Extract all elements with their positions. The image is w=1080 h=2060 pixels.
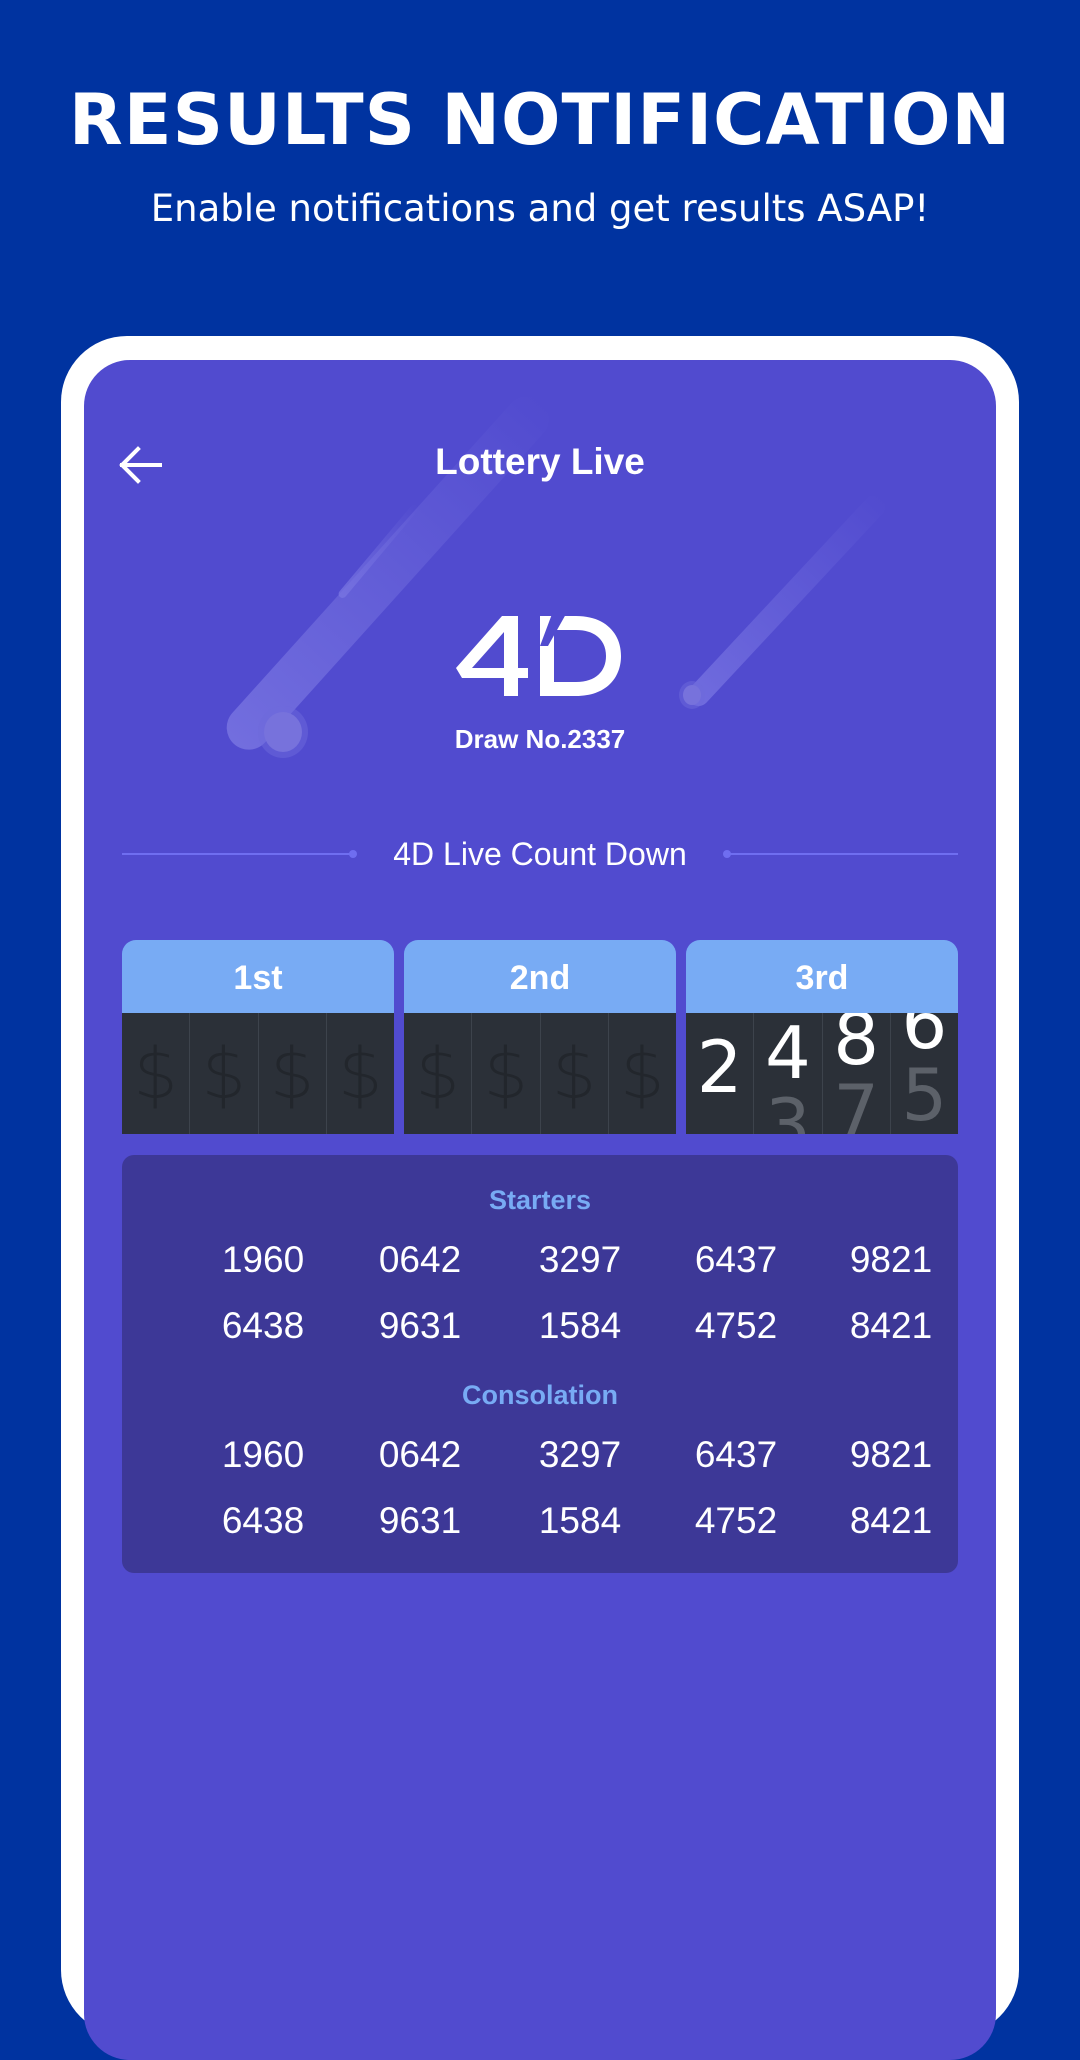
prize-box-2nd: 2nd $ $ $ $ <box>404 940 676 1134</box>
result-number: 8421 <box>849 1305 933 1346</box>
app-screen: Lottery Live Draw No.2337 4D Live Count … <box>84 360 996 2060</box>
digit-cell: $ <box>541 1013 609 1134</box>
countdown-divider: 4D Live Count Down <box>122 833 958 875</box>
digit-cell: $ <box>609 1013 676 1134</box>
digit-rolling-next: 3 <box>764 1083 811 1134</box>
consolation-row: 1960 0642 3297 6437 9821 <box>122 1430 958 1480</box>
result-number: 9631 <box>378 1500 462 1541</box>
promo-title: RESULTS NOTIFICATION <box>68 79 1012 161</box>
prize-digits: $ $ $ $ <box>122 1013 394 1134</box>
result-number: 4752 <box>694 1500 778 1541</box>
result-number: 0642 <box>378 1239 462 1280</box>
prize-label: 2nd <box>404 940 676 1013</box>
result-number: 6438 <box>221 1305 305 1346</box>
dollar-placeholder-icon: $ <box>133 1032 178 1115</box>
result-number: 3297 <box>538 1434 622 1475</box>
prize-label: 1st <box>122 940 394 1013</box>
result-number: 1960 <box>221 1434 305 1475</box>
starters-row: 1960 0642 3297 6437 9821 <box>122 1235 958 1285</box>
dollar-placeholder-icon: $ <box>201 1032 247 1115</box>
digit-cell: 2 <box>686 1013 755 1134</box>
4d-logo <box>456 616 621 696</box>
draw-number: Draw No.2337 <box>454 724 626 754</box>
meteor-head <box>683 685 701 705</box>
dollar-placeholder-icon: $ <box>551 1032 597 1115</box>
prize-digits: $ $ $ $ <box>404 1013 676 1134</box>
result-number: 4752 <box>694 1305 778 1346</box>
digit-cell: $ <box>327 1013 394 1134</box>
digit-rolling-next: 7 <box>833 1069 880 1134</box>
result-number: 9631 <box>378 1305 462 1346</box>
prize-box-1st: 1st $ $ $ $ <box>122 940 394 1134</box>
result-number: 9821 <box>849 1239 933 1280</box>
dollar-placeholder-icon: $ <box>338 1032 383 1115</box>
result-number: 6437 <box>694 1434 778 1475</box>
digit-value: 2 <box>696 1025 743 1109</box>
promo-subtitle: Enable notifications and get results ASA… <box>150 187 930 230</box>
prize-box-3rd: 3rd 2 4 3 8 7 6 5 <box>686 940 958 1134</box>
consolation-row: 6438 9631 1584 4752 8421 <box>122 1496 958 1546</box>
digit-value: 4 <box>764 1013 811 1095</box>
countdown-label: 4D Live Count Down <box>393 836 687 872</box>
digit-cell: $ <box>404 1013 473 1134</box>
result-number: 1960 <box>221 1239 305 1280</box>
digit-cell: 43 <box>754 1013 823 1134</box>
dollar-placeholder-icon: $ <box>483 1032 529 1115</box>
result-number: 3297 <box>538 1239 622 1280</box>
result-number: 6438 <box>221 1500 305 1541</box>
digit-cell: $ <box>122 1013 191 1134</box>
prize-digits: 2438765 <box>686 1013 958 1134</box>
result-number: 6437 <box>694 1239 778 1280</box>
digit-rolling-next: 5 <box>901 1053 948 1134</box>
result-number: 9821 <box>849 1434 933 1475</box>
dollar-placeholder-icon: $ <box>269 1032 315 1115</box>
result-number: 1584 <box>538 1305 622 1346</box>
starters-row: 6438 9631 1584 4752 8421 <box>122 1301 958 1351</box>
starters-label: Starters <box>488 1185 592 1215</box>
digit-cell: $ <box>472 1013 541 1134</box>
result-number: 8421 <box>849 1500 933 1541</box>
dollar-placeholder-icon: $ <box>415 1032 460 1115</box>
digit-cell: 87 <box>823 1013 891 1134</box>
meteor-decoration <box>682 490 891 711</box>
result-number: 0642 <box>378 1434 462 1475</box>
dollar-placeholder-icon: $ <box>620 1032 665 1115</box>
result-number: 1584 <box>538 1500 622 1541</box>
digit-cell: $ <box>259 1013 327 1134</box>
digit-cell: 65 <box>891 1013 958 1134</box>
results-panel: Starters 1960 0642 3297 6437 9821 6438 9631 15… <box>122 1155 958 1573</box>
screen-title: Lottery Live <box>435 441 645 482</box>
digit-cell: $ <box>190 1013 259 1134</box>
consolation-label: Consolation <box>462 1380 618 1410</box>
prize-label: 3rd <box>686 940 958 1013</box>
